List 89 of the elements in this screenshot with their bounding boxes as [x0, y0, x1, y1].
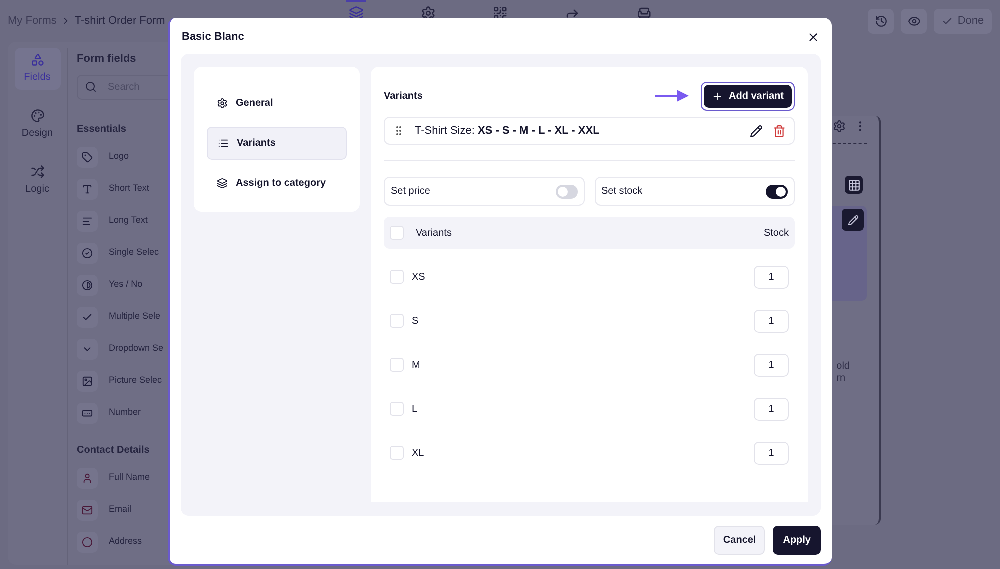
variant-name: XL — [412, 446, 424, 460]
nav-tab[interactable]: Assign to category — [207, 167, 347, 200]
mail-icon — [77, 500, 98, 520]
text-icon — [77, 178, 98, 200]
column-header: Stock — [764, 226, 789, 240]
variant-group-row[interactable]: T-Shirt Size: XS - S - M - L - XL - XXL — [384, 117, 795, 145]
list-icon — [218, 138, 229, 149]
seat-icon — [636, 6, 652, 21]
preview-button[interactable] — [901, 8, 927, 34]
column-header: Variants — [416, 226, 452, 240]
done-button[interactable]: Done — [934, 8, 992, 34]
panel-title: Form fields — [77, 52, 138, 67]
field-type-item[interactable]: Number — [109, 406, 142, 420]
stock-field[interactable]: 1 — [754, 354, 789, 376]
gear-icon — [420, 6, 436, 21]
checkbox[interactable] — [390, 358, 404, 372]
section-heading: Essentials — [77, 122, 128, 136]
check-icon — [942, 16, 953, 26]
shuffle-icon — [30, 165, 44, 179]
section-heading: Contact Details — [77, 444, 151, 458]
delete-icon[interactable] — [773, 124, 786, 138]
tag-icon — [77, 146, 98, 168]
close-icon[interactable] — [807, 30, 820, 44]
caret-icon — [77, 338, 98, 360]
field-type-item[interactable]: Multiple Sele — [109, 310, 161, 324]
lines-icon — [77, 210, 98, 232]
rail-tab[interactable]: Logic — [14, 160, 60, 202]
field-type-item[interactable]: Logo — [109, 150, 130, 164]
arrow-icon — [654, 89, 689, 103]
history-button[interactable] — [868, 8, 894, 34]
layers-icon — [348, 6, 364, 21]
edit-button[interactable] — [842, 209, 864, 231]
cancel-button[interactable]: Cancel — [714, 526, 766, 555]
toggle-switch[interactable] — [766, 184, 788, 198]
variant-name: XS — [412, 270, 426, 284]
palette-icon — [30, 109, 44, 123]
toggle-label: Set price — [391, 185, 430, 199]
checkbox[interactable] — [390, 314, 404, 328]
variant-name: M — [412, 358, 420, 372]
add-variant-button[interactable]: Add variant — [704, 84, 792, 108]
rail-tab[interactable]: Design — [14, 104, 60, 146]
field-type-item[interactable]: Full Name — [109, 471, 150, 485]
field-type-item[interactable]: Long Text — [109, 214, 148, 228]
checkbox[interactable] — [390, 270, 404, 284]
settings-icon[interactable] — [833, 120, 846, 133]
stock-field[interactable]: 1 — [754, 442, 789, 464]
check-icon — [77, 306, 98, 328]
grid-icon — [848, 178, 860, 192]
edit-icon[interactable] — [750, 124, 763, 138]
search-icon — [85, 80, 97, 92]
settings-icon — [217, 98, 228, 109]
rail-tab[interactable]: Fields — [14, 48, 60, 90]
nav-tab[interactable]: Variants — [207, 127, 347, 160]
variant-name: L — [412, 402, 418, 416]
stock-field[interactable]: 1 — [754, 266, 789, 288]
toggle-switch[interactable] — [556, 184, 578, 198]
field-type-item[interactable]: Picture Selec — [109, 374, 162, 388]
card-text: rn — [836, 373, 847, 385]
table-button[interactable] — [845, 176, 863, 194]
field-type-item[interactable]: Email — [109, 503, 132, 517]
variant-name: S — [412, 314, 419, 328]
stock-field[interactable]: 1 — [754, 310, 789, 332]
shapes-icon — [30, 53, 44, 67]
plus-icon — [712, 90, 723, 102]
dialog-title: Basic Blanc — [182, 30, 244, 45]
checkbox[interactable] — [390, 402, 404, 416]
checkbox[interactable] — [390, 446, 404, 460]
toggle-label: Set stock — [602, 185, 643, 199]
apply-button[interactable]: Apply — [773, 526, 821, 555]
field-type-item[interactable]: Single Selec — [109, 246, 160, 260]
field-type-item[interactable]: Address — [109, 535, 142, 549]
stock-field[interactable]: 1 — [754, 398, 789, 420]
person-icon — [77, 468, 98, 488]
layers-icon — [217, 178, 228, 189]
field-type-item[interactable]: Short Text — [109, 182, 150, 196]
image-icon — [77, 370, 98, 392]
field-type-item[interactable]: Dropdown Se — [109, 342, 164, 356]
field-type-item[interactable]: Yes / No — [109, 278, 143, 292]
number-icon — [77, 402, 98, 424]
pencil-icon — [848, 214, 858, 226]
qr-icon — [492, 6, 508, 21]
breadcrumb-current: T-shirt Order Form — [74, 14, 166, 29]
section-title: Variants — [384, 90, 423, 104]
checkbox[interactable] — [390, 226, 404, 240]
card-text: old — [836, 361, 850, 373]
history-icon — [874, 14, 888, 28]
eye-icon — [908, 14, 920, 28]
nav-tab[interactable]: General — [207, 87, 347, 120]
variant-group-label: T-Shirt Size: XS - S - M - L - XL - XXL — [415, 124, 600, 139]
